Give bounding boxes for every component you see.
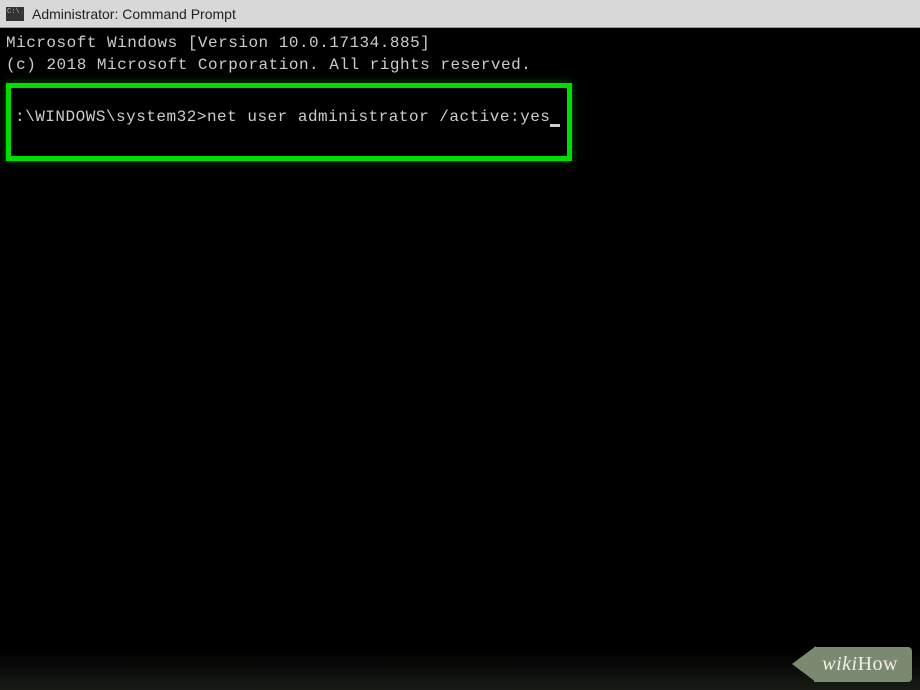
- highlighted-command-box: :\WINDOWS\system32>net user administrato…: [6, 83, 572, 161]
- watermark: wikiHow: [792, 646, 912, 682]
- prompt-text: :\WINDOWS\system32>: [15, 108, 207, 126]
- cursor: [550, 124, 560, 127]
- terminal-body[interactable]: Microsoft Windows [Version 10.0.17134.88…: [0, 28, 920, 690]
- watermark-wiki: wiki: [822, 653, 857, 675]
- watermark-how: How: [858, 653, 898, 675]
- watermark-body: wikiHow: [814, 647, 912, 682]
- cmd-icon: [6, 7, 24, 21]
- watermark-text: wikiHow: [822, 653, 898, 675]
- title-bar[interactable]: Administrator: Command Prompt: [0, 0, 920, 28]
- command-line: :\WINDOWS\system32>net user administrato…: [15, 106, 563, 128]
- copyright-line: (c) 2018 Microsoft Corporation. All righ…: [6, 54, 914, 76]
- watermark-arrow-icon: [792, 646, 816, 682]
- command-text: net user administrator /active:yes: [207, 108, 550, 126]
- window-title: Administrator: Command Prompt: [32, 6, 236, 22]
- version-line: Microsoft Windows [Version 10.0.17134.88…: [6, 32, 914, 54]
